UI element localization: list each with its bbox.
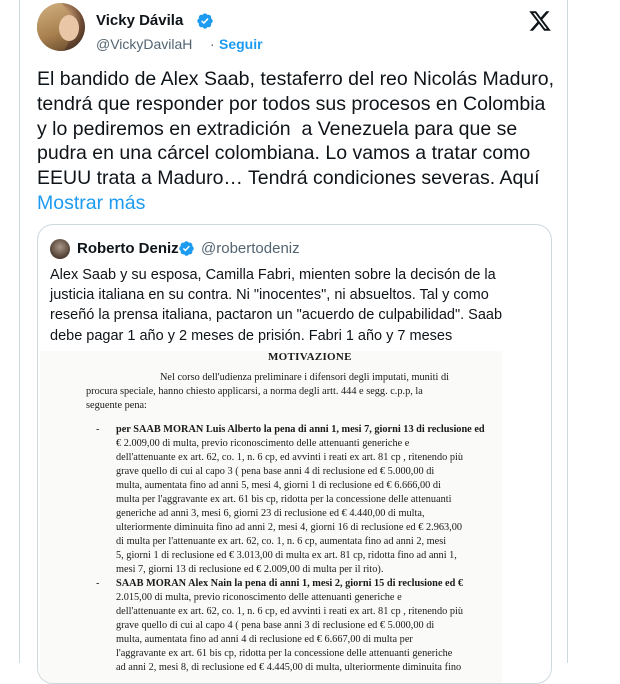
- document-line: per SAAB MORAN Luis Alberto la pena di a…: [116, 424, 485, 435]
- document-line: dell'attenuante ex art. 62, co. 1, n. 6 …: [116, 452, 463, 463]
- quoted-author-name: Roberto Deniz: [77, 240, 179, 257]
- document-line: mesi 7, giorni 13 di reclusione ed € 2.0…: [116, 564, 384, 575]
- avatar-face: [59, 15, 79, 41]
- verified-badge-icon: [197, 13, 213, 29]
- tweet-text: El bandido de Alex Saab, testaferro del …: [37, 67, 557, 216]
- verified-badge-icon: [179, 241, 194, 256]
- document-line: SAAB MORAN Alex Nain la pena di anni 1, …: [116, 578, 464, 589]
- document-bullet: -: [96, 578, 100, 589]
- document-line: procura speciale, hanno chiesto applicar…: [86, 386, 423, 397]
- document-line: generiche ad anni 3, mesi 6, giorni 23 d…: [116, 508, 425, 519]
- document-line: 5, giorni 1 di reclusione ed € 3.013,00 …: [116, 550, 457, 561]
- document-line: seguente pena:: [86, 400, 147, 411]
- document-line: grave quello di cui al capo 3 ( pena bas…: [116, 466, 435, 477]
- follow-button[interactable]: Seguir: [219, 36, 263, 52]
- document-line: Nel corso dell'udienza preliminare i dif…: [160, 372, 449, 383]
- author-avatar[interactable]: [37, 3, 85, 51]
- document-image[interactable]: MOTIVAZIONE Nel corso dell'udienza preli…: [40, 351, 502, 683]
- quoted-tweet[interactable]: Roberto Deniz @robertodeniz Alex Saab y …: [37, 224, 552, 684]
- tweet-body: El bandido de Alex Saab, testaferro del …: [37, 68, 560, 190]
- quoted-tweet-text: Alex Saab y su esposa, Camilla Fabri, mi…: [50, 267, 503, 344]
- separator-dot: ·: [210, 36, 215, 52]
- quoted-author-handle: @robertodeniz: [201, 240, 300, 257]
- document-bullet: -: [96, 424, 100, 435]
- document-line: multa, aumentata fino ad anni 4 di reclu…: [116, 634, 413, 645]
- document-line: ad anni 2, mesi 8, di reclusione ed € 4.…: [116, 662, 462, 673]
- author-handle[interactable]: @VickyDavilaH: [96, 36, 192, 52]
- document-line: di multa per l'attenuante ex art. 62, co…: [116, 536, 447, 547]
- document-line: multa, aumentata fino ad anni 5, mesi 4,…: [116, 480, 441, 491]
- tweet-card: Vicky Dávila @VickyDavilaH · Seguir El b…: [19, 0, 568, 684]
- show-more-link[interactable]: Mostrar más: [37, 192, 145, 214]
- quoted-author-avatar: [50, 239, 70, 259]
- document-line: € 2.009,00 di multa, previo riconoscimen…: [116, 438, 410, 449]
- document-line: ulteriormente diminuita fino ad anni 2, …: [116, 522, 463, 533]
- x-logo-icon[interactable]: [528, 9, 552, 33]
- document-line: l'aggravante ex art. 61 bis cp, ridotta …: [116, 648, 453, 659]
- document-title: MOTIVAZIONE: [268, 351, 352, 363]
- document-line: 2.015,00 di multa, previo riconoscimento…: [116, 592, 402, 603]
- author-name[interactable]: Vicky Dávila: [96, 12, 183, 29]
- document-line: multa per l'aggravante ex art. 61 bis cp…: [116, 494, 452, 505]
- document-line: dell'attenuante ex art. 62, co. 1, n. 6 …: [116, 606, 463, 617]
- document-line: grave quello di cui al capo 4 ( pena bas…: [116, 620, 435, 631]
